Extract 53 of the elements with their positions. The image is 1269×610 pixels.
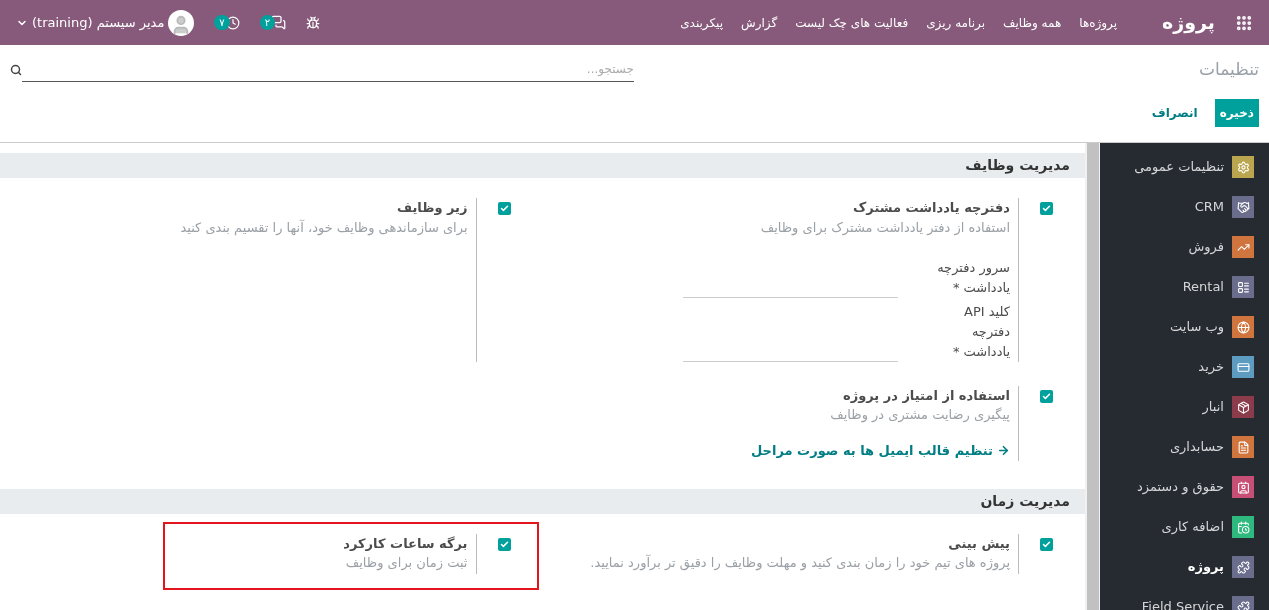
sidebar-item[interactable]: وب سایت	[1100, 307, 1269, 347]
cancel-button[interactable]: انصراف	[1146, 98, 1203, 127]
sidebar-item[interactable]: فروش	[1100, 227, 1269, 267]
setting-title: دفترچه یادداشت مشترک	[852, 199, 1010, 217]
sidebar-item[interactable]: Rental	[1100, 267, 1269, 307]
checkbox[interactable]	[1040, 537, 1053, 551]
page-title: تنظیمات	[1199, 58, 1259, 81]
sidebar-item[interactable]: CRM	[1100, 187, 1269, 227]
arrow-icon	[997, 444, 1010, 458]
count-badge: ۲	[259, 15, 276, 30]
section-header: مدیریت زمان	[0, 488, 1085, 514]
setting-description: ثبت زمان برای وظایف	[344, 554, 468, 573]
checkbox[interactable]	[497, 537, 511, 551]
sidebar-item[interactable]: اضافه کاری	[1100, 507, 1269, 547]
setting-title: زیر وظایف	[395, 199, 468, 217]
section-header: مدیریت وظایف	[0, 153, 1085, 178]
avatar	[168, 9, 195, 36]
menu-item[interactable]: برنامه ریزی	[917, 13, 994, 32]
apps-menu-icon[interactable]	[1235, 13, 1253, 32]
setting-title: پیش بینی	[947, 534, 1010, 553]
search-icon[interactable]	[10, 63, 22, 76]
sidebar-item[interactable]: حقوق و دستمزد	[1100, 467, 1269, 507]
user-menu[interactable]: مدیر سیستم (training)	[16, 9, 195, 36]
email-template-link[interactable]: تنظیم قالب ایمیل ها به صورت مراحل	[751, 441, 1010, 461]
setting-description: برای سازماندهی وظایف خود، آنها را تقسیم بندی کنید	[180, 218, 468, 238]
menu-item[interactable]: همه وظایف	[993, 13, 1071, 32]
menu-item[interactable]: پروژه‌ها	[1070, 13, 1127, 32]
sidebar-item[interactable]: خرید	[1100, 347, 1269, 387]
menu-item[interactable]: گزارش	[732, 13, 787, 32]
search-field[interactable]: جستجو...	[22, 57, 634, 83]
scrollbar-thumb[interactable]	[1086, 143, 1099, 610]
field-label: سرور دفترچه یادداشت *	[936, 258, 1010, 297]
sidebar-item[interactable]: تنظیمات عمومی	[1100, 147, 1269, 187]
save-button[interactable]: ذخیره	[1214, 98, 1259, 127]
menu-item[interactable]: فعالیت های چک لیست	[786, 13, 918, 32]
setting-description: استفاده از دفتر یادداشت مشترک برای وظایف	[759, 218, 1010, 238]
activities-button[interactable]: ۷	[214, 15, 240, 30]
bug-icon[interactable]	[306, 15, 321, 30]
count-badge: ۷	[214, 15, 230, 30]
messages-button[interactable]: ۲	[259, 15, 287, 30]
field-label: کلید API دفترچه یادداشت *	[951, 302, 1010, 361]
setting-title: برگه ساعات کارکرد	[343, 534, 468, 553]
checkbox[interactable]	[497, 202, 511, 215]
setting-title: استفاده از امتیاز در پروژه	[841, 386, 1010, 405]
sidebar-item[interactable]: انبار	[1100, 387, 1269, 427]
checkbox[interactable]	[1040, 202, 1053, 215]
setting-description: پیگیری رضایت مشتری در وظایف	[829, 406, 1010, 425]
app-brand[interactable]: پروژه	[1162, 8, 1215, 37]
sidebar-item[interactable]: حسابداری	[1100, 427, 1269, 467]
checkbox[interactable]	[1040, 389, 1053, 403]
sidebar-item[interactable]: پروژه	[1100, 547, 1269, 587]
menu-item[interactable]: پیکربندی	[671, 13, 733, 32]
setting-description: پروژه های تیم خود را زمان بندی کنید و مهلت وظایف را دقیق تر برآورد نمایید.	[590, 553, 1010, 573]
